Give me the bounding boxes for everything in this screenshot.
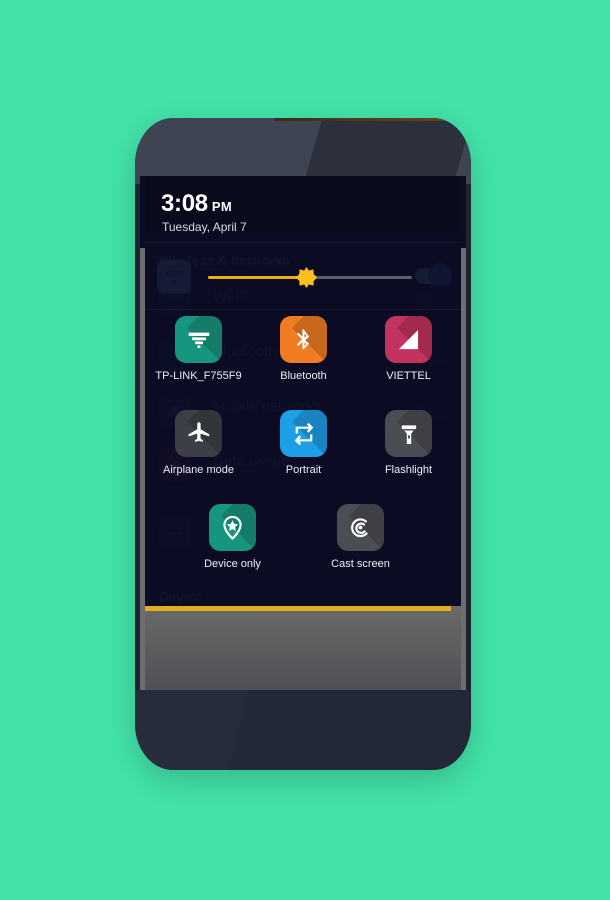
- wifi-signal-icon: [175, 316, 222, 363]
- brightness-row: [145, 248, 461, 306]
- tile-device-only[interactable]: Device only: [180, 504, 285, 570]
- date-label: Tuesday, April 7: [162, 220, 247, 234]
- bluetooth-icon: [280, 316, 327, 363]
- tile-label: Flashlight: [384, 464, 433, 476]
- cell-signal-icon: [385, 316, 432, 363]
- airplane-icon: [175, 410, 222, 457]
- quick-settings-panel: 3:08 PM Tuesday, April 7 TP-LINK_F755F9 …: [145, 176, 461, 606]
- phone-screen: Settings Wireless & networks Wi: [140, 176, 466, 698]
- tile-label: Airplane mode: [163, 464, 234, 476]
- tile-label: Bluetooth: [280, 370, 327, 382]
- brightness-slider[interactable]: [208, 267, 412, 288]
- accent-bar: [145, 606, 451, 611]
- flashlight-icon: [385, 410, 432, 457]
- bezel-highlight: [290, 118, 471, 184]
- cast-screen-icon: [337, 504, 384, 551]
- sun-icon[interactable]: [296, 267, 317, 288]
- phone-bottom-bezel: [135, 690, 471, 770]
- clock: 3:08 PM: [161, 192, 232, 216]
- tile-label: Cast screen: [331, 558, 390, 570]
- location-pin-icon: [209, 504, 256, 551]
- divider: [145, 242, 461, 243]
- tile-wifi[interactable]: TP-LINK_F755F9: [146, 316, 251, 382]
- tile-label: Portrait: [285, 464, 322, 476]
- tile-cell-signal[interactable]: VIETTEL: [356, 316, 461, 382]
- tile-airplane-mode[interactable]: Airplane mode: [146, 410, 251, 476]
- tile-label: TP-LINK_F755F9: [155, 370, 242, 382]
- clock-ampm: PM: [211, 199, 232, 214]
- rotate-icon: [280, 410, 327, 457]
- auto-brightness-toggle[interactable]: [415, 263, 452, 287]
- brightness-wifi-icon[interactable]: [157, 260, 191, 294]
- tile-label: VIETTEL: [386, 370, 431, 382]
- tile-bluetooth[interactable]: Bluetooth: [251, 316, 356, 382]
- tile-cast-screen[interactable]: Cast screen: [308, 504, 413, 570]
- tile-portrait[interactable]: Portrait: [251, 410, 356, 476]
- tile-flashlight[interactable]: Flashlight: [356, 410, 461, 476]
- bezel-highlight: [135, 690, 252, 770]
- phone-device: Settings Wireless & networks Wi: [135, 118, 471, 770]
- phone-top-bezel: [135, 118, 471, 184]
- tile-label: Device only: [204, 558, 261, 570]
- clock-time: 3:08: [161, 190, 208, 217]
- bezel-glow: [275, 118, 471, 121]
- divider: [145, 309, 461, 310]
- brightness-slider-fill: [208, 276, 306, 279]
- screen-right-strip: [461, 248, 466, 698]
